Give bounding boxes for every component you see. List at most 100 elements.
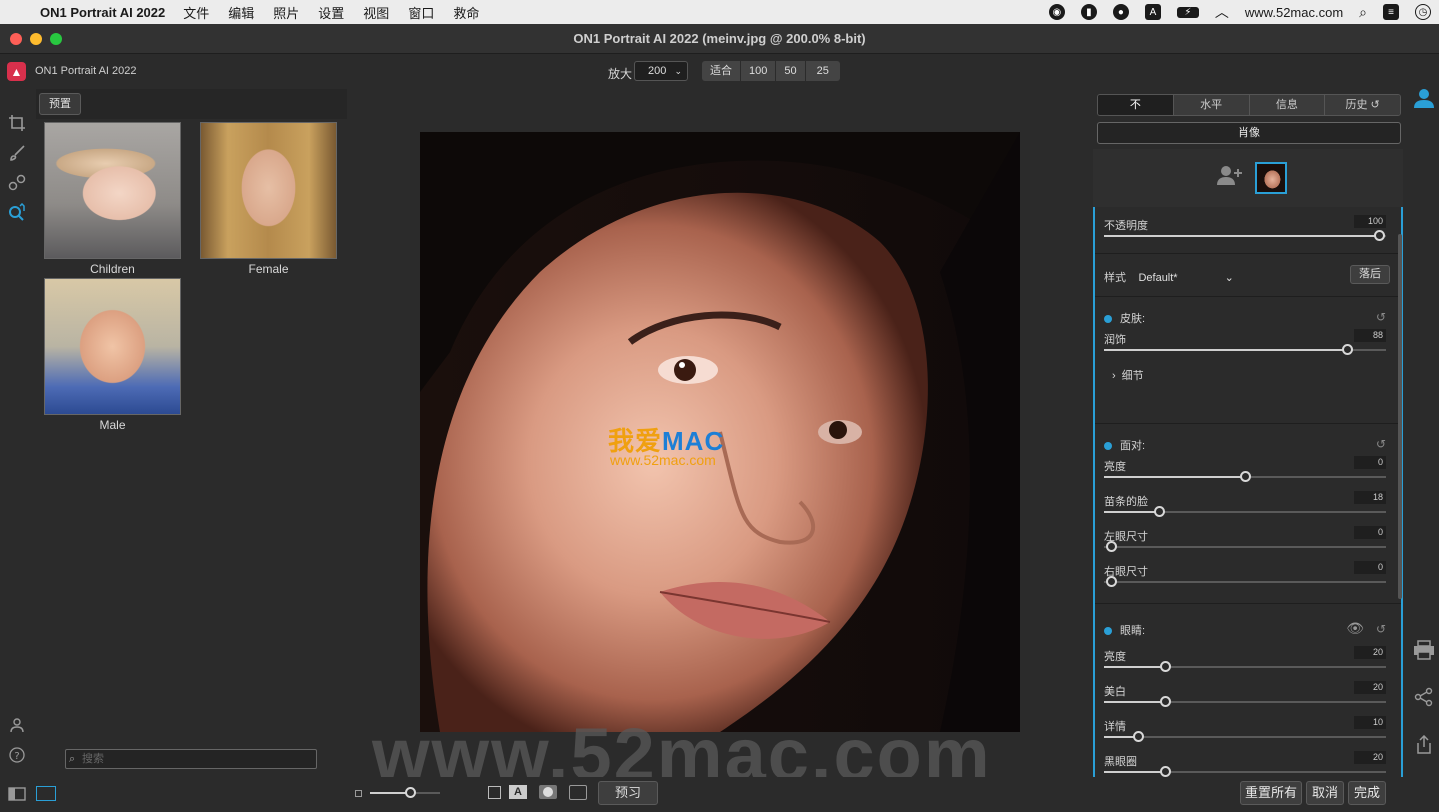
close-window-button[interactable]	[10, 33, 22, 45]
dark-circles-value[interactable]: 20	[1354, 751, 1386, 764]
menu-view[interactable]: 视图	[363, 3, 389, 22]
menu-settings[interactable]: 设置	[318, 3, 344, 22]
eyes-enabled-toggle[interactable]	[1104, 627, 1112, 636]
menu-photo[interactable]: 照片	[273, 3, 299, 22]
retouch-icon[interactable]	[7, 173, 27, 193]
reset-all-button[interactable]: 重置所有	[1240, 781, 1302, 805]
battery-icon[interactable]: ⚡	[1176, 6, 1199, 18]
tab-info[interactable]: 信息	[1249, 95, 1326, 115]
panel-scrollbar[interactable]	[1398, 234, 1402, 599]
slider-knob[interactable]	[405, 787, 416, 798]
menu-window[interactable]: 窗口	[408, 3, 434, 22]
skin-detail-expander[interactable]: › 细节	[1112, 367, 1394, 383]
tab-history[interactable]: 历史 ↺	[1325, 95, 1400, 115]
eyes-brightness-value[interactable]: 20	[1354, 646, 1386, 659]
slider-knob[interactable]	[1160, 696, 1171, 707]
skin-enabled-toggle[interactable]	[1104, 315, 1112, 324]
export-icon[interactable]	[1413, 734, 1435, 756]
portrait-button[interactable]: 肖像	[1097, 122, 1401, 144]
right-eye-size-value[interactable]: 0	[1354, 561, 1386, 574]
reset-icon[interactable]: ↺	[1376, 437, 1386, 451]
eyes-section-header[interactable]: 眼睛: 👁 ↺	[1104, 620, 1386, 638]
slider-knob[interactable]	[1133, 731, 1144, 742]
brush-size-slider[interactable]	[370, 787, 440, 798]
cancel-button[interactable]: 取消	[1306, 781, 1344, 805]
user-account-icon[interactable]	[7, 715, 27, 735]
face-brightness-value[interactable]: 0	[1354, 456, 1386, 469]
text-overlay-icon[interactable]: A	[509, 785, 527, 799]
image-canvas[interactable]: 我爱MAC www.52mac.com	[348, 89, 1092, 777]
skin-smooth-value[interactable]: 88	[1354, 329, 1386, 342]
help-icon[interactable]: ?	[7, 745, 27, 765]
right-eye-size-slider[interactable]	[1104, 576, 1386, 587]
zoom-100-button[interactable]: 100	[741, 61, 777, 81]
preset-button[interactable]: 预置	[39, 93, 81, 115]
menu-app-name[interactable]: ON1 Portrait AI 2022	[40, 5, 165, 20]
minimize-window-button[interactable]	[30, 33, 42, 45]
add-face-icon[interactable]	[1217, 165, 1243, 191]
toggle-left-panel-icon[interactable]	[8, 787, 26, 806]
compare-square-icon[interactable]	[488, 786, 501, 799]
zoom-select[interactable]: 200 ⌄	[634, 61, 688, 81]
eyes-brightness-slider[interactable]	[1104, 661, 1386, 672]
reset-icon[interactable]: ↺	[1376, 622, 1386, 636]
eyes-whiten-slider[interactable]	[1104, 696, 1386, 707]
reset-icon[interactable]: ↺	[1376, 310, 1386, 324]
done-button[interactable]: 完成	[1348, 781, 1386, 805]
mouse-icon[interactable]: ▮	[1080, 4, 1097, 20]
slider-knob[interactable]	[1342, 344, 1353, 355]
wifi-icon[interactable]: ︿	[1215, 2, 1229, 22]
preset-thumbnail-children[interactable]: Children	[44, 122, 181, 276]
slider-knob[interactable]	[1374, 230, 1385, 241]
search-icon[interactable]: ⌕	[1359, 4, 1367, 21]
slider-knob[interactable]	[1240, 471, 1251, 482]
menu-help[interactable]: 救命	[453, 3, 479, 22]
preset-thumbnail-male[interactable]: Male	[44, 278, 181, 432]
slider-knob[interactable]	[1106, 576, 1117, 587]
menu-file[interactable]: 文件	[183, 3, 209, 22]
tab-level[interactable]: 水平	[1173, 95, 1250, 115]
eyes-whiten-value[interactable]: 20	[1354, 681, 1386, 694]
zoom-25-button[interactable]: 25	[805, 61, 840, 81]
brush-icon[interactable]	[7, 143, 27, 163]
left-eye-size-slider[interactable]	[1104, 541, 1386, 552]
eye-icon[interactable]: 👁	[1346, 620, 1364, 637]
zoom-50-button[interactable]: 50	[776, 61, 806, 81]
input-method-icon[interactable]: A	[1144, 4, 1161, 20]
browser-view-icon[interactable]	[36, 786, 56, 801]
style-back-button[interactable]: 落后	[1350, 265, 1390, 284]
clock-icon[interactable]: ◷	[1415, 4, 1431, 20]
face-section-header[interactable]: 面对: ↺	[1104, 437, 1386, 453]
face-enabled-toggle[interactable]	[1104, 442, 1112, 451]
slider-knob[interactable]	[1160, 661, 1171, 672]
mask-overlay-icon[interactable]	[539, 785, 557, 799]
left-eye-size-value[interactable]: 0	[1354, 526, 1386, 539]
preset-search-input[interactable]: ⌕ 搜索	[65, 749, 317, 769]
skin-section-header[interactable]: 皮肤: ↺	[1104, 310, 1386, 326]
slider-knob[interactable]	[1106, 541, 1117, 552]
eyes-detail-slider[interactable]	[1104, 731, 1386, 742]
qq-icon[interactable]: ●	[1112, 4, 1129, 20]
share-icon[interactable]	[1413, 686, 1435, 708]
menu-edit[interactable]: 编辑	[228, 3, 254, 22]
zoom-fit-button[interactable]: 适合	[702, 61, 741, 81]
status-app-icon[interactable]: ◉	[1048, 4, 1065, 20]
opacity-value[interactable]: 100	[1354, 215, 1386, 228]
style-select[interactable]: Default* ⌄	[1138, 272, 1233, 284]
eyes-detail-value[interactable]: 10	[1354, 716, 1386, 729]
slider-knob[interactable]	[1160, 766, 1171, 777]
tab-none[interactable]: 不	[1098, 95, 1174, 115]
preset-thumbnail-female[interactable]: Female	[200, 122, 337, 276]
preview-button[interactable]: 预习	[598, 781, 658, 805]
dark-circles-slider[interactable]	[1104, 766, 1386, 777]
portrait-module-icon[interactable]	[1413, 87, 1435, 109]
control-center-icon[interactable]: ≡	[1383, 4, 1399, 20]
crop-icon[interactable]	[7, 113, 27, 133]
opacity-slider[interactable]	[1104, 230, 1386, 241]
zoom-window-button[interactable]	[50, 33, 62, 45]
slider-knob[interactable]	[1154, 506, 1165, 517]
soft-proof-icon[interactable]	[569, 785, 587, 800]
skin-smooth-slider[interactable]	[1104, 344, 1386, 355]
face-slim-value[interactable]: 18	[1354, 491, 1386, 504]
face-slim-slider[interactable]	[1104, 506, 1386, 517]
